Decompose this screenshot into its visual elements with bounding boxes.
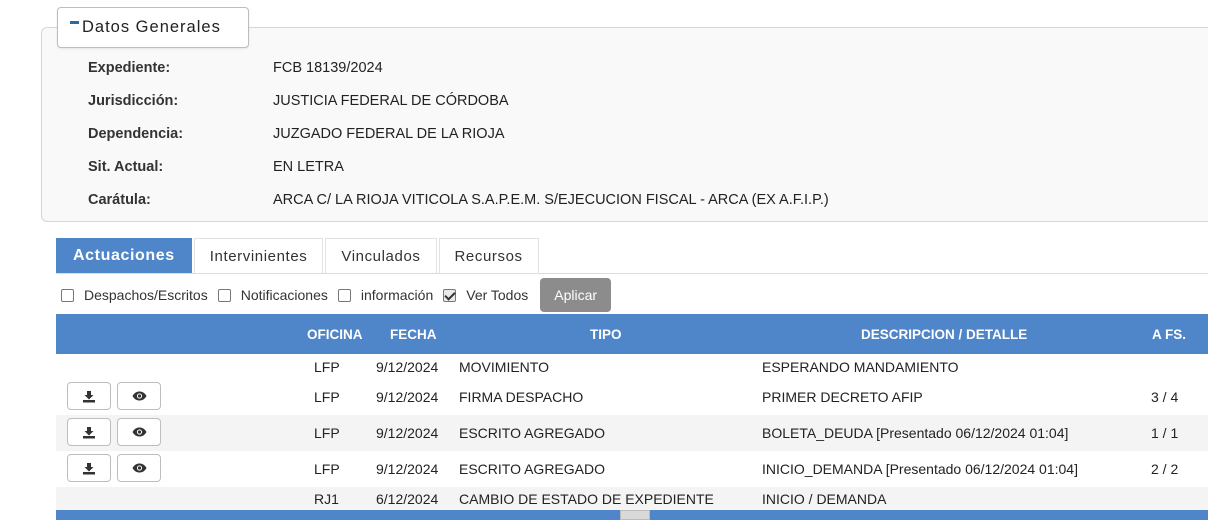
download-button[interactable] [67, 382, 111, 410]
field-value: ARCA C/ LA RIOJA VITICOLA S.A.P.E.M. S/E… [273, 192, 829, 208]
checkbox-notificaciones[interactable] [217, 288, 231, 302]
cell-tipo: MOVIMIENTO [459, 358, 549, 375]
cell-descripcion: ESPERANDO MANDAMIENTO [762, 358, 959, 375]
filter-label-despachos-escritos[interactable]: Despachos/Escritos [84, 287, 208, 303]
view-button[interactable] [117, 418, 161, 446]
field-caratula: Carátula: ARCA C/ LA RIOJA VITICOLA S.A.… [88, 190, 829, 210]
cell-fecha: 9/12/2024 [376, 389, 439, 405]
cell-afs: 2 / 2 [1151, 461, 1179, 477]
table-row: LFP 9/12/2024 FIRMA DESPACHO PRIMER DECR… [56, 379, 1208, 415]
field-sit-actual: Sit. Actual: EN LETRA [88, 157, 344, 177]
download-icon [83, 426, 95, 438]
header-descripcion: DESCRIPCION / DETALLE [861, 326, 1028, 342]
datos-generales-title: Datos Generales [82, 18, 221, 36]
filter-bar: Despachos/Escritos Notificaciones inform… [61, 278, 612, 312]
field-expediente: Expediente: FCB 18139/2024 [88, 58, 383, 78]
minus-icon[interactable] [70, 21, 79, 24]
checkbox-informacion[interactable] [337, 288, 351, 302]
header-afs: A FS. [1152, 326, 1187, 342]
apply-button[interactable]: Aplicar [540, 278, 612, 312]
cell-tipo: FIRMA DESPACHO [459, 389, 584, 405]
header-tipo: TIPO [590, 326, 622, 342]
tab-intervinientes[interactable]: Intervinientes [193, 238, 324, 273]
cell-oficina: LFP [314, 358, 340, 375]
cell-fecha: 9/12/2024 [376, 425, 439, 441]
field-jurisdiccion: Jurisdicción: JUSTICIA FEDERAL DE CÓRDOB… [88, 91, 509, 111]
filter-label-notificaciones[interactable]: Notificaciones [241, 287, 328, 303]
cell-afs: 3 / 4 [1151, 389, 1179, 405]
cell-descripcion: INICIO_DEMANDA [Presentado 06/12/2024 01… [762, 461, 1078, 477]
eye-icon [132, 427, 146, 437]
table-row: RJ1 6/12/2024 CAMBIO DE ESTADO DE EXPEDI… [56, 487, 1208, 510]
header-fecha: FECHA [390, 326, 437, 342]
cell-oficina: LFP [314, 461, 340, 477]
table-header: OFICINA FECHA TIPO DESCRIPCION / DETALLE… [56, 314, 1208, 354]
checkbox-despachos-escritos[interactable] [61, 288, 74, 302]
cell-tipo: ESCRITO AGREGADO [459, 425, 605, 441]
download-button[interactable] [67, 418, 111, 446]
cell-oficina: LFP [314, 425, 340, 441]
table-row: LFP 9/12/2024 MOVIMIENTO ESPERANDO MANDA… [56, 354, 1208, 379]
field-value: JUZGADO FEDERAL DE LA RIOJA [273, 126, 505, 142]
download-icon [83, 462, 95, 474]
table-row: LFP 9/12/2024 ESCRITO AGREGADO BOLETA_DE… [56, 415, 1208, 451]
download-button[interactable] [67, 454, 111, 482]
tab-actuaciones[interactable]: Actuaciones [56, 238, 192, 273]
table-row: LFP 9/12/2024 ESCRITO AGREGADO INICIO_DE… [56, 451, 1208, 487]
field-label: Sit. Actual: [88, 159, 164, 175]
header-oficina: OFICINA [307, 326, 363, 342]
field-label: Carátula: [88, 192, 151, 208]
field-label: Dependencia: [88, 126, 184, 142]
cell-oficina: LFP [314, 389, 340, 405]
filter-label-informacion[interactable]: información [361, 287, 433, 303]
field-value: JUSTICIA FEDERAL DE CÓRDOBA [273, 93, 509, 109]
checkbox-ver-todos[interactable] [443, 288, 457, 302]
cell-descripcion: INICIO / DEMANDA [762, 490, 887, 507]
cell-descripcion: PRIMER DECRETO AFIP [762, 389, 923, 405]
datos-generales-legend[interactable]: Datos Generales [57, 7, 249, 48]
field-label: Expediente: [88, 60, 171, 76]
cell-afs: 1 / 1 [1151, 425, 1179, 441]
view-button[interactable] [117, 454, 161, 482]
field-value: FCB 18139/2024 [273, 60, 383, 76]
cell-fecha: 9/12/2024 [376, 358, 439, 375]
tab-vinculados[interactable]: Vinculados [325, 238, 437, 273]
download-icon [83, 390, 95, 402]
eye-icon [132, 391, 146, 401]
view-button[interactable] [117, 382, 161, 410]
tab-divider [56, 273, 1208, 274]
cell-tipo: CAMBIO DE ESTADO DE EXPEDIENTE [459, 490, 714, 507]
field-dependencia: Dependencia: JUZGADO FEDERAL DE LA RIOJA [88, 124, 505, 144]
cell-oficina: RJ1 [314, 490, 339, 507]
cell-tipo: ESCRITO AGREGADO [459, 461, 605, 477]
cell-fecha: 9/12/2024 [376, 461, 439, 477]
cell-descripcion: BOLETA_DEUDA [Presentado 06/12/2024 01:0… [762, 425, 1069, 441]
actuaciones-table: OFICINA FECHA TIPO DESCRIPCION / DETALLE… [56, 314, 1208, 510]
eye-icon [132, 463, 146, 473]
tab-bar: Actuaciones Intervinientes Vinculados Re… [56, 238, 541, 274]
filter-label-ver-todos[interactable]: Ver Todos [466, 287, 528, 303]
cell-fecha: 6/12/2024 [376, 490, 439, 507]
field-value: EN LETRA [273, 159, 344, 175]
tab-recursos[interactable]: Recursos [438, 238, 539, 273]
field-label: Jurisdicción: [88, 93, 179, 109]
horizontal-scroll-thumb[interactable] [620, 510, 650, 520]
